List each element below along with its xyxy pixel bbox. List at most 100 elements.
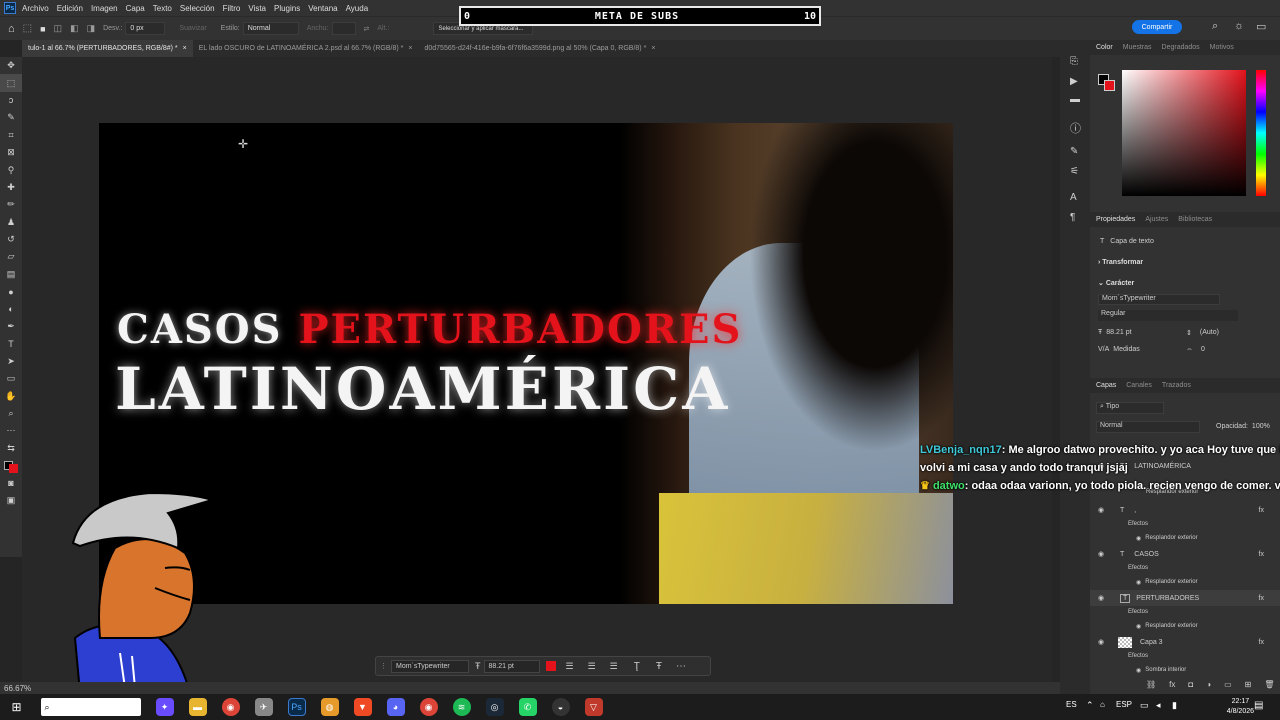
swap-colors-icon[interactable]: ⇆ bbox=[0, 440, 22, 457]
blur-tool-icon[interactable]: ● bbox=[0, 283, 22, 300]
warp-text-icon[interactable]: Ţ bbox=[634, 661, 640, 672]
workspace-icon[interactable]: ▭ bbox=[1256, 20, 1266, 33]
font-size-value[interactable]: 88.21 pt bbox=[1106, 329, 1131, 336]
transform-section[interactable]: › Transformar bbox=[1098, 259, 1143, 266]
volume-icon[interactable]: ◂ bbox=[1156, 700, 1161, 711]
menu-seleccion[interactable]: Selección bbox=[180, 4, 215, 13]
align-center-icon[interactable]: ☰ bbox=[588, 661, 596, 672]
windows-start-icon[interactable]: ⊞ bbox=[8, 698, 26, 716]
color-swatches-icon[interactable] bbox=[0, 457, 22, 474]
spotify-icon[interactable]: ≋ bbox=[452, 698, 471, 716]
hand-tool-icon[interactable]: ✋ bbox=[0, 387, 22, 404]
search-icon[interactable]: ⌕ bbox=[1212, 20, 1218, 33]
eye-icon[interactable]: ◉ bbox=[1098, 506, 1108, 514]
pen-tool-icon[interactable]: ✒ bbox=[0, 318, 22, 335]
light-icon[interactable]: ☼ bbox=[1234, 20, 1244, 32]
text-options-icon[interactable]: Ŧ bbox=[656, 661, 662, 672]
align-right-icon[interactable]: ☰ bbox=[610, 661, 618, 672]
width-input[interactable] bbox=[331, 22, 356, 35]
kerning-value[interactable]: Medidas bbox=[1113, 346, 1139, 353]
feather-input[interactable]: 0 px bbox=[125, 22, 166, 35]
quick-select-tool-icon[interactable]: ✎ bbox=[0, 109, 22, 126]
new-selection-icon[interactable]: ■ bbox=[40, 24, 45, 34]
layer-effect-row[interactable]: ◉ Resplandor exterior bbox=[1090, 618, 1280, 634]
eyedropper-tool-icon[interactable]: ⚲ bbox=[0, 161, 22, 178]
home-icon[interactable]: ⌂ bbox=[8, 23, 15, 35]
tab-libraries[interactable]: Bibliotecas bbox=[1178, 216, 1212, 223]
title-line-1[interactable]: CASOS PERTURBADORES bbox=[117, 306, 742, 353]
font-size-input[interactable]: 88.21 pt bbox=[483, 659, 540, 673]
tab-properties[interactable]: Propiedades bbox=[1096, 216, 1135, 223]
healing-tool-icon[interactable]: ✚ bbox=[0, 179, 22, 196]
eye-icon[interactable]: ◉ bbox=[1098, 594, 1108, 602]
adjustment-layer-icon[interactable]: ◑ bbox=[1206, 680, 1211, 689]
drag-handle-icon[interactable]: ⋮ bbox=[380, 662, 387, 670]
menu-ayuda[interactable]: Ayuda bbox=[346, 4, 369, 13]
tab-paths[interactable]: Trazados bbox=[1162, 382, 1191, 389]
new-layer-icon[interactable]: ⊞ bbox=[1245, 680, 1252, 689]
marquee-tool-icon[interactable]: ⬚ bbox=[23, 23, 32, 34]
notifications-icon[interactable]: ▤ bbox=[1254, 700, 1263, 711]
obs-icon[interactable]: ◒ bbox=[551, 698, 570, 716]
fx-icon[interactable]: fx bbox=[1259, 639, 1264, 646]
photoshop-icon[interactable]: Ps bbox=[287, 698, 306, 716]
app-icon[interactable]: ✈ bbox=[254, 698, 273, 716]
layer-filter-select[interactable]: ⌕ Tipo bbox=[1096, 402, 1164, 414]
steam-icon[interactable]: ◎ bbox=[485, 698, 504, 716]
menu-ventana[interactable]: Ventana bbox=[308, 4, 337, 13]
chevron-up-icon[interactable]: ⌃ bbox=[1086, 700, 1094, 711]
tab-adjustments[interactable]: Ajustes bbox=[1145, 216, 1168, 223]
eraser-tool-icon[interactable]: ▱ bbox=[0, 248, 22, 265]
tray-icon[interactable]: ⌂ bbox=[1100, 700, 1105, 709]
chrome-icon[interactable]: ◉ bbox=[221, 698, 240, 716]
background-color-swatch[interactable] bbox=[1104, 80, 1115, 91]
system-clock[interactable]: 22:17 4/8/2026 bbox=[1227, 697, 1254, 717]
history-brush-icon[interactable]: ↺ bbox=[0, 231, 22, 248]
eye-icon[interactable]: ◉ bbox=[1098, 638, 1108, 646]
discord-icon[interactable]: ◕ bbox=[386, 698, 405, 716]
tab-gradients[interactable]: Degradados bbox=[1162, 44, 1200, 51]
tab-document-3[interactable]: d0d75565-d24f-416e-b9fa-6f76f6a3599d.png… bbox=[418, 40, 661, 57]
copilot-icon[interactable]: ✦ bbox=[155, 698, 174, 716]
mask-icon[interactable]: ◘ bbox=[1188, 680, 1193, 689]
text-color-swatch[interactable] bbox=[545, 661, 556, 671]
file-explorer-icon[interactable]: ▬ bbox=[188, 698, 207, 716]
menu-archivo[interactable]: Archivo bbox=[22, 4, 49, 13]
color-field[interactable] bbox=[1122, 70, 1246, 196]
character-icon[interactable]: A bbox=[1070, 192, 1077, 203]
comments-icon[interactable]: ▬ bbox=[1070, 94, 1080, 105]
brave-icon[interactable]: ▼ bbox=[353, 698, 372, 716]
tab-patterns[interactable]: Motivos bbox=[1210, 44, 1234, 51]
layer-effect-row[interactable]: ◉ Sombra interior bbox=[1090, 662, 1280, 678]
fx-icon[interactable]: fx bbox=[1169, 680, 1175, 689]
battery-icon[interactable]: ▮ bbox=[1172, 700, 1177, 711]
intersect-selection-icon[interactable]: ◨ bbox=[87, 23, 96, 34]
swap-icon[interactable]: ⇄ bbox=[364, 25, 370, 33]
tab-document-2[interactable]: EL lado OSCURO de LATINOAMÉRICA 2.psd al… bbox=[193, 40, 419, 57]
dodge-tool-icon[interactable]: ◐ bbox=[0, 300, 22, 317]
app-icon[interactable]: ▽ bbox=[584, 698, 603, 716]
stamp-tool-icon[interactable]: ♟ bbox=[0, 214, 22, 231]
fx-icon[interactable]: fx bbox=[1259, 551, 1264, 558]
search-icon[interactable]: ⌕ bbox=[40, 698, 141, 716]
subtract-selection-icon[interactable]: ◧ bbox=[70, 23, 79, 34]
blend-mode-select[interactable]: Normal bbox=[1096, 421, 1200, 433]
network-icon[interactable]: ▭ bbox=[1140, 700, 1149, 711]
adjustments-icon[interactable]: ⚟ bbox=[1070, 166, 1079, 177]
leading-value[interactable]: (Auto) bbox=[1200, 329, 1219, 337]
trash-icon[interactable]: 🗑 bbox=[1264, 680, 1274, 689]
keyboard-layout[interactable]: ESP bbox=[1116, 700, 1132, 709]
tab-color[interactable]: Color bbox=[1096, 44, 1113, 51]
move-tool-icon[interactable]: ✥ bbox=[0, 57, 22, 74]
eye-icon[interactable]: ◉ bbox=[1136, 535, 1141, 542]
font-family-select[interactable]: Mom´sTypewriter bbox=[1098, 294, 1220, 305]
menu-edicion[interactable]: Edición bbox=[57, 4, 83, 13]
tab-document-1[interactable]: tulo-1 al 66.7% (PERTURBADORES, RGB/8#) … bbox=[22, 40, 193, 57]
link-icon[interactable]: ⛓ bbox=[1146, 680, 1156, 689]
menu-plugins[interactable]: Plugins bbox=[274, 4, 300, 13]
font-style-select[interactable]: Regular bbox=[1098, 310, 1238, 321]
marquee-tool-icon[interactable]: ⬚ bbox=[0, 74, 22, 92]
align-left-icon[interactable]: ☰ bbox=[566, 661, 574, 672]
group-icon[interactable]: ▭ bbox=[1224, 680, 1232, 689]
layer-effect-row[interactable]: ◉ Resplandor exterior bbox=[1090, 530, 1280, 546]
